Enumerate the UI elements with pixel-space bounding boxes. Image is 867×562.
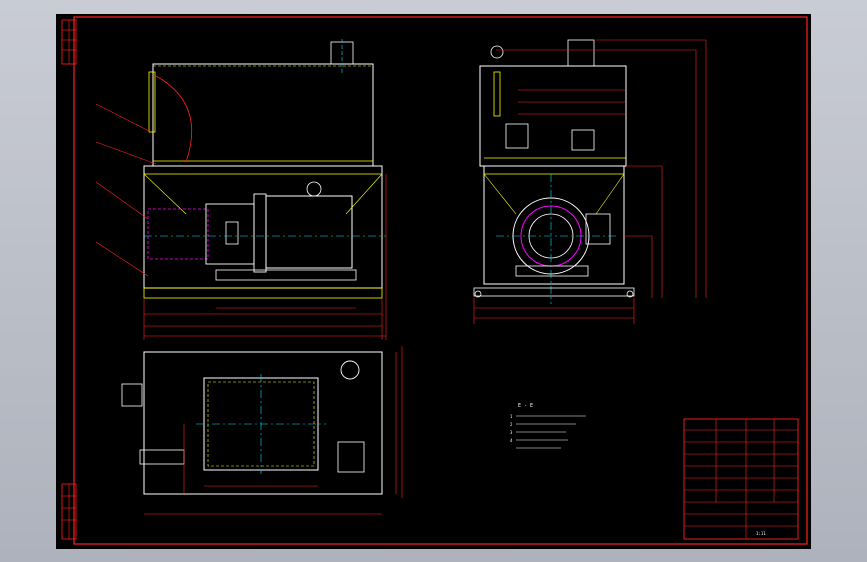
front-dimensions	[143, 174, 387, 340]
top-view	[121, 346, 403, 515]
top-outline	[143, 351, 383, 495]
valve-left	[505, 123, 529, 149]
side-view	[473, 39, 707, 324]
view-label: E - E	[518, 403, 533, 409]
motor-body	[265, 195, 353, 269]
level-gauge	[148, 71, 156, 133]
valve-right	[571, 129, 595, 151]
svg-text:4: 4	[510, 438, 513, 443]
cad-window: E - E 1 2 3 4 1:11	[0, 0, 867, 562]
svg-text:3: 3	[510, 430, 513, 435]
side-tank	[479, 65, 627, 167]
front-view	[95, 39, 387, 340]
cad-drawing-svg: E - E 1 2 3 4 1:11	[61, 16, 808, 545]
drawing-viewport[interactable]: E - E 1 2 3 4 1:11	[56, 14, 811, 549]
svg-text:2: 2	[510, 422, 513, 427]
technical-notes: E - E 1 2 3 4	[510, 403, 586, 449]
svg-text:1: 1	[510, 414, 513, 419]
tank-outline	[152, 63, 374, 167]
coupling-housing	[205, 203, 255, 265]
pump-hidden	[147, 208, 209, 260]
title-block: 1:11	[683, 418, 799, 540]
top-dimensions	[144, 346, 403, 515]
side-dimensions	[473, 39, 707, 324]
title-block-scale: 1:11	[756, 531, 766, 536]
